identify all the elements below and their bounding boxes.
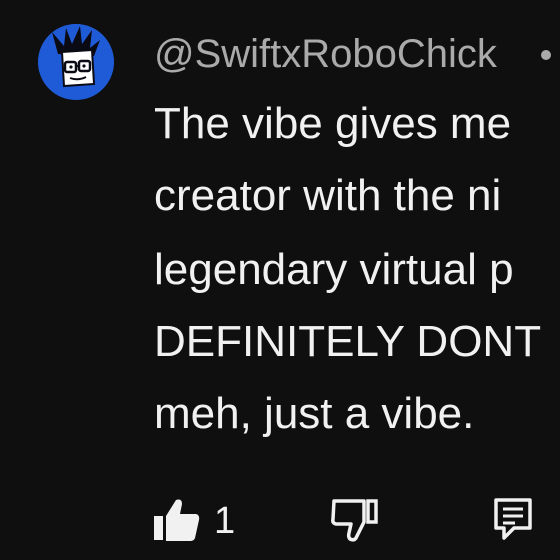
comment-text-line: legendary virtual p [154,245,514,294]
like-button[interactable] [152,496,202,542]
comment-text-line: meh, just a vibe. [154,389,475,438]
reply-button[interactable] [492,496,534,542]
thumbs-down-icon [331,499,378,542]
comment-icon [494,498,532,540]
dislike-button[interactable] [330,496,380,542]
comment-text-line: DEFINITELY DONT [154,317,542,366]
avatar-robot-icon [38,24,114,100]
like-count: 1 [214,500,236,542]
thumbs-up-icon [154,499,200,541]
separator-dot [541,50,551,60]
comment-author[interactable]: @SwiftxRoboChick [154,30,497,78]
comment-text-line: creator with the ni [154,171,502,220]
avatar[interactable] [38,24,114,100]
comment-text-line: The vibe gives me [154,99,512,148]
